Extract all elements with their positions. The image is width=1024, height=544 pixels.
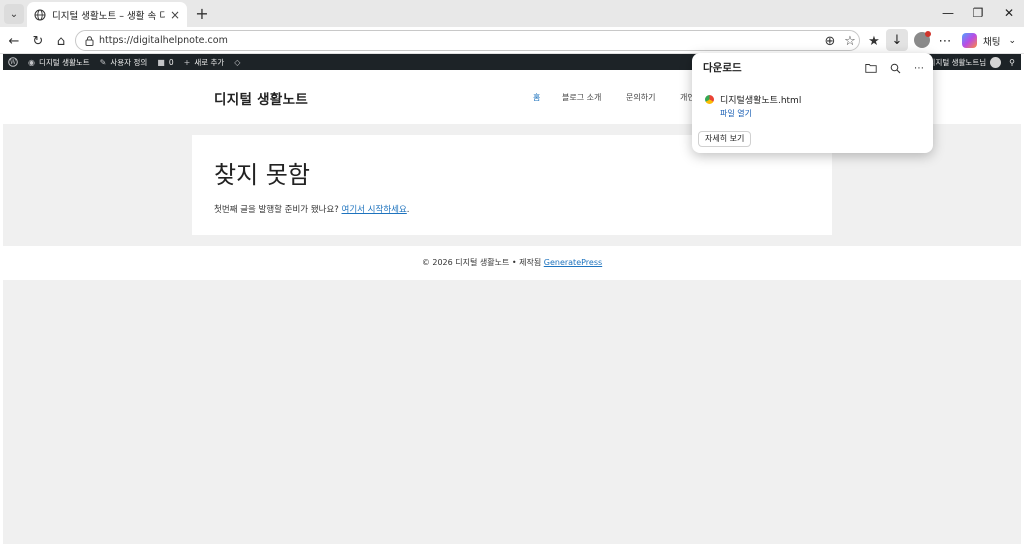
nav-item-contact[interactable]: 문의하기 (626, 92, 655, 103)
adminbar-site-name[interactable]: ◉ 디지털 생활노트 (23, 54, 95, 70)
copilot-button[interactable]: 채팅 ⌄ (962, 31, 1020, 50)
browser-toolbar: ← ↻ ⌂ https://digitalhelpnote.com ⊕ ☆ ★ … (0, 27, 1024, 54)
search-icon[interactable] (888, 61, 902, 75)
generatepress-link[interactable]: GeneratePress (544, 258, 602, 267)
downloads-button[interactable]: ↓ (886, 29, 908, 51)
favorites-icon[interactable]: ★ (865, 32, 883, 50)
brush-icon: ✎ (99, 57, 107, 67)
chevron-down-icon: ⌄ (1008, 35, 1017, 46)
nav-item-about[interactable]: 블로그 소개 (562, 92, 601, 103)
open-file-link[interactable]: 파일 열기 (720, 108, 752, 119)
page-title: 찾지 못함 (214, 161, 310, 189)
nav-item-home[interactable]: 홈 (533, 92, 540, 103)
see-more-button[interactable]: 자세히 보기 (698, 131, 752, 147)
tab-list-button[interactable]: ⌄ (4, 4, 24, 24)
back-icon[interactable]: ← (5, 32, 23, 50)
copilot-label: 채팅 (983, 36, 1001, 48)
chrome-file-icon (705, 95, 714, 104)
close-icon[interactable]: × (169, 8, 181, 22)
download-file-name[interactable]: 디지털생활노트.html (720, 93, 801, 106)
home-icon[interactable]: ⌂ (52, 32, 70, 50)
comment-icon: ■ (157, 57, 165, 67)
wordpress-logo[interactable]: W (3, 54, 23, 70)
svg-text:W: W (10, 59, 17, 66)
start-here-link[interactable]: 여기서 시작하세요 (342, 205, 407, 215)
folder-icon[interactable] (864, 61, 878, 75)
more-icon[interactable]: ⋯ (936, 32, 954, 50)
zoom-icon[interactable]: ⊕ (821, 32, 839, 50)
maximize-button[interactable]: ❐ (970, 5, 986, 21)
tab-strip: ⌄ 디지털 생활노트 – 생활 속 디지털 × + — ❐ ✕ (0, 0, 1024, 27)
globe-icon (33, 8, 46, 21)
downloads-panel: 다운로드 ⋯ 디지털생활노트.html 파일 열기 자세히 보기 (692, 53, 933, 153)
browser-tab[interactable]: 디지털 생활노트 – 생활 속 디지털 × (27, 2, 187, 27)
minimize-button[interactable]: — (940, 5, 956, 21)
address-bar[interactable]: https://digitalhelpnote.com (75, 30, 860, 51)
download-icon: ↓ (891, 32, 903, 48)
search-icon[interactable]: ⚲ (1009, 58, 1015, 67)
adminbar-plugin[interactable]: ◇ (229, 54, 249, 70)
new-tab-button[interactable]: + (193, 4, 211, 23)
adminbar-comments[interactable]: ■ 0 (152, 54, 178, 70)
footer-text: © 2026 디지털 생활노트 • 제작됨 (421, 258, 544, 267)
copilot-icon (962, 33, 977, 48)
plus-icon: + (183, 57, 191, 67)
content-text: 첫번째 글을 발행할 준비가 됐나요? 여기서 시작하세요. (214, 205, 410, 215)
dashboard-icon: ◉ (28, 57, 35, 67)
refresh-icon[interactable]: ↻ (29, 32, 47, 50)
site-footer: © 2026 디지털 생활노트 • 제작됨 GeneratePress (3, 246, 1021, 280)
site-title[interactable]: 디지털 생활노트 (214, 88, 308, 108)
chevron-down-icon: ⌄ (9, 8, 19, 20)
window-close-button[interactable]: ✕ (1001, 5, 1017, 21)
url-text: https://digitalhelpnote.com (99, 35, 228, 46)
diamond-icon: ◇ (234, 57, 241, 67)
notification-dot (925, 31, 931, 37)
adminbar-account[interactable]: 디지털 생활노트님 ⚲ (929, 54, 1015, 70)
adminbar-new[interactable]: + 새로 추가 (179, 54, 230, 70)
tab-title: 디지털 생활노트 – 생활 속 디지털 (52, 10, 165, 22)
more-icon[interactable]: ⋯ (912, 61, 926, 75)
adminbar-customize[interactable]: ✎ 사용자 정의 (95, 54, 153, 70)
lock-icon (84, 35, 94, 46)
downloads-title: 다운로드 (703, 62, 742, 74)
favorite-star-icon[interactable]: ☆ (841, 32, 859, 50)
avatar (990, 56, 1002, 68)
